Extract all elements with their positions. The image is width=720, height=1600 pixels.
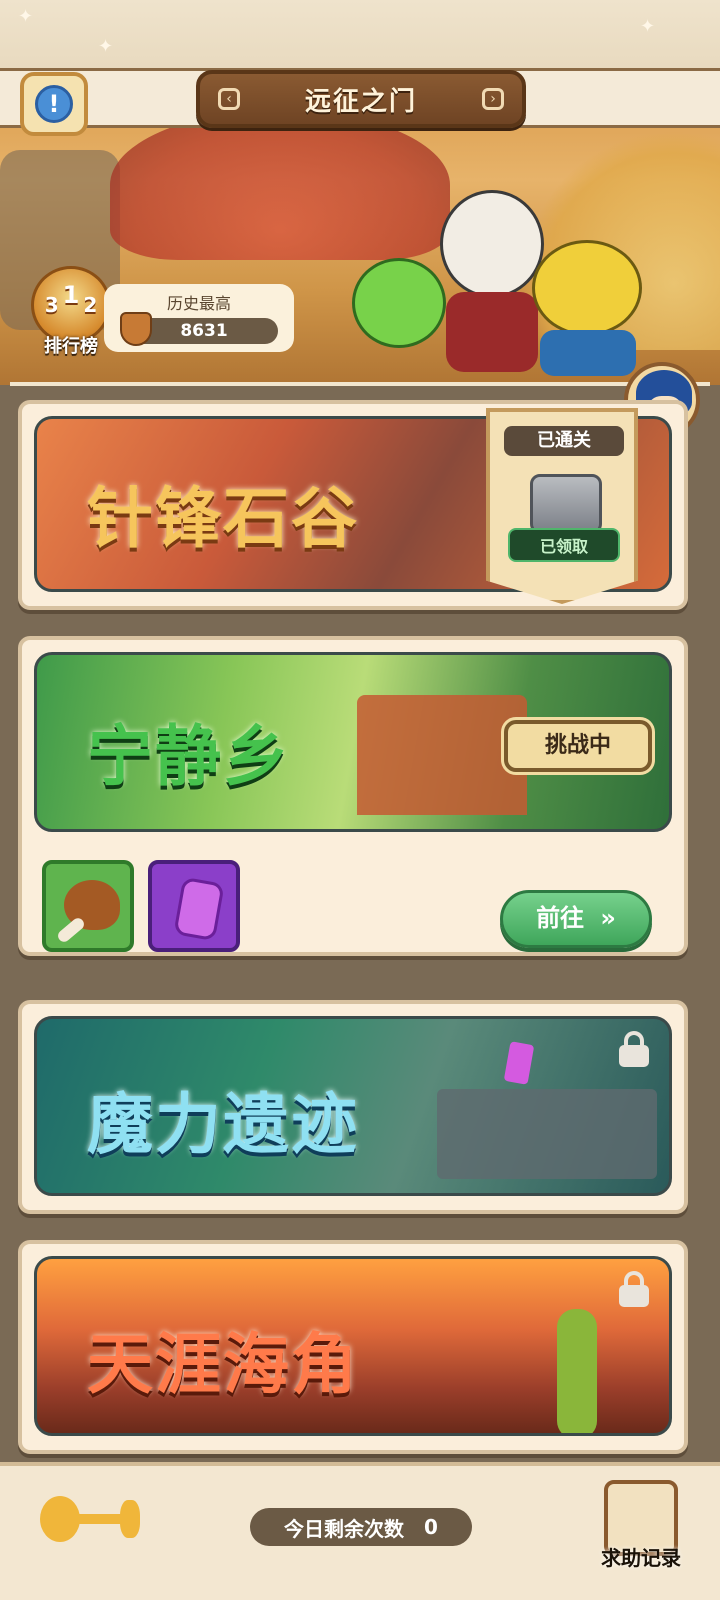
ruins-decor	[437, 1089, 657, 1179]
level-scene-3: 魔力遗迹	[34, 1016, 672, 1196]
ranking-label: 排行榜	[44, 336, 98, 357]
rank-digit: 1	[62, 281, 80, 309]
remaining-value: 0	[424, 1515, 438, 1539]
ranking-button[interactable]: 3 1 2 排行榜	[28, 266, 114, 366]
info-icon: !	[35, 85, 73, 123]
cleared-banner: 已通关 已领取	[486, 408, 638, 604]
chevron-left-icon: ‹	[218, 88, 240, 110]
mushroom-decor	[110, 110, 450, 260]
go-label: 前往	[536, 904, 585, 932]
rank-digit: 3	[44, 293, 59, 317]
lock-icon	[619, 1031, 649, 1067]
info-button[interactable]: !	[20, 72, 88, 136]
star-icon: ✦	[18, 6, 34, 27]
star-icon: ✦	[640, 16, 656, 37]
level-name-4: 天涯海角	[87, 1326, 359, 1403]
level-name-2: 宁静乡	[87, 718, 291, 795]
level-scene-4: 天涯海角	[34, 1256, 672, 1436]
star-icon: ✦	[98, 36, 114, 57]
page-title: 远征之门	[304, 86, 417, 117]
level-card-3[interactable]: 魔力遗迹	[18, 1000, 688, 1214]
skull-character	[440, 190, 544, 298]
reward-slot[interactable]	[42, 860, 134, 952]
crystal-icon	[503, 1041, 535, 1085]
double-chevron-right-icon: »	[600, 904, 616, 932]
best-score-card: 历史最高 8631	[104, 284, 294, 352]
reward-claimed-status: 已领取	[508, 528, 620, 562]
purple-gem-icon	[173, 876, 225, 942]
fishbone-icon[interactable]	[40, 1488, 140, 1550]
green-orc-character	[352, 258, 446, 348]
skull-body	[446, 292, 538, 372]
go-button[interactable]: 前往 »	[500, 890, 652, 948]
yellow-body	[540, 330, 636, 376]
help-record-button[interactable]: 求助记录	[586, 1480, 696, 1590]
yellow-character	[532, 240, 642, 336]
rank-digit: 2	[83, 293, 98, 317]
reward-slot[interactable]	[148, 860, 240, 952]
level-card-4[interactable]: 天涯海角	[18, 1240, 688, 1454]
remaining-label: 今日剩余次数	[284, 1516, 405, 1541]
lock-icon	[619, 1271, 649, 1307]
level-name-1: 针锋石谷	[87, 480, 359, 557]
house-decor	[357, 695, 527, 815]
title-plate: ‹ 远征之门 ›	[196, 70, 526, 128]
cactus-decor	[557, 1309, 597, 1433]
cleared-status: 已通关	[504, 426, 624, 456]
chest-icon	[530, 474, 602, 534]
lock-body	[619, 1045, 649, 1067]
help-record-label: 求助记录	[601, 1546, 681, 1570]
lock-body	[619, 1285, 649, 1307]
shield-icon	[120, 312, 152, 346]
remaining-attempts: 今日剩余次数 0	[250, 1508, 472, 1546]
level-name-3: 魔力遗迹	[87, 1086, 359, 1163]
best-score-caption: 历史最高	[166, 294, 231, 313]
fish-tail	[120, 1500, 140, 1538]
chevron-right-icon: ›	[482, 88, 504, 110]
challenge-status: 挑战中	[504, 720, 652, 772]
best-score-value: 8631	[130, 318, 278, 344]
